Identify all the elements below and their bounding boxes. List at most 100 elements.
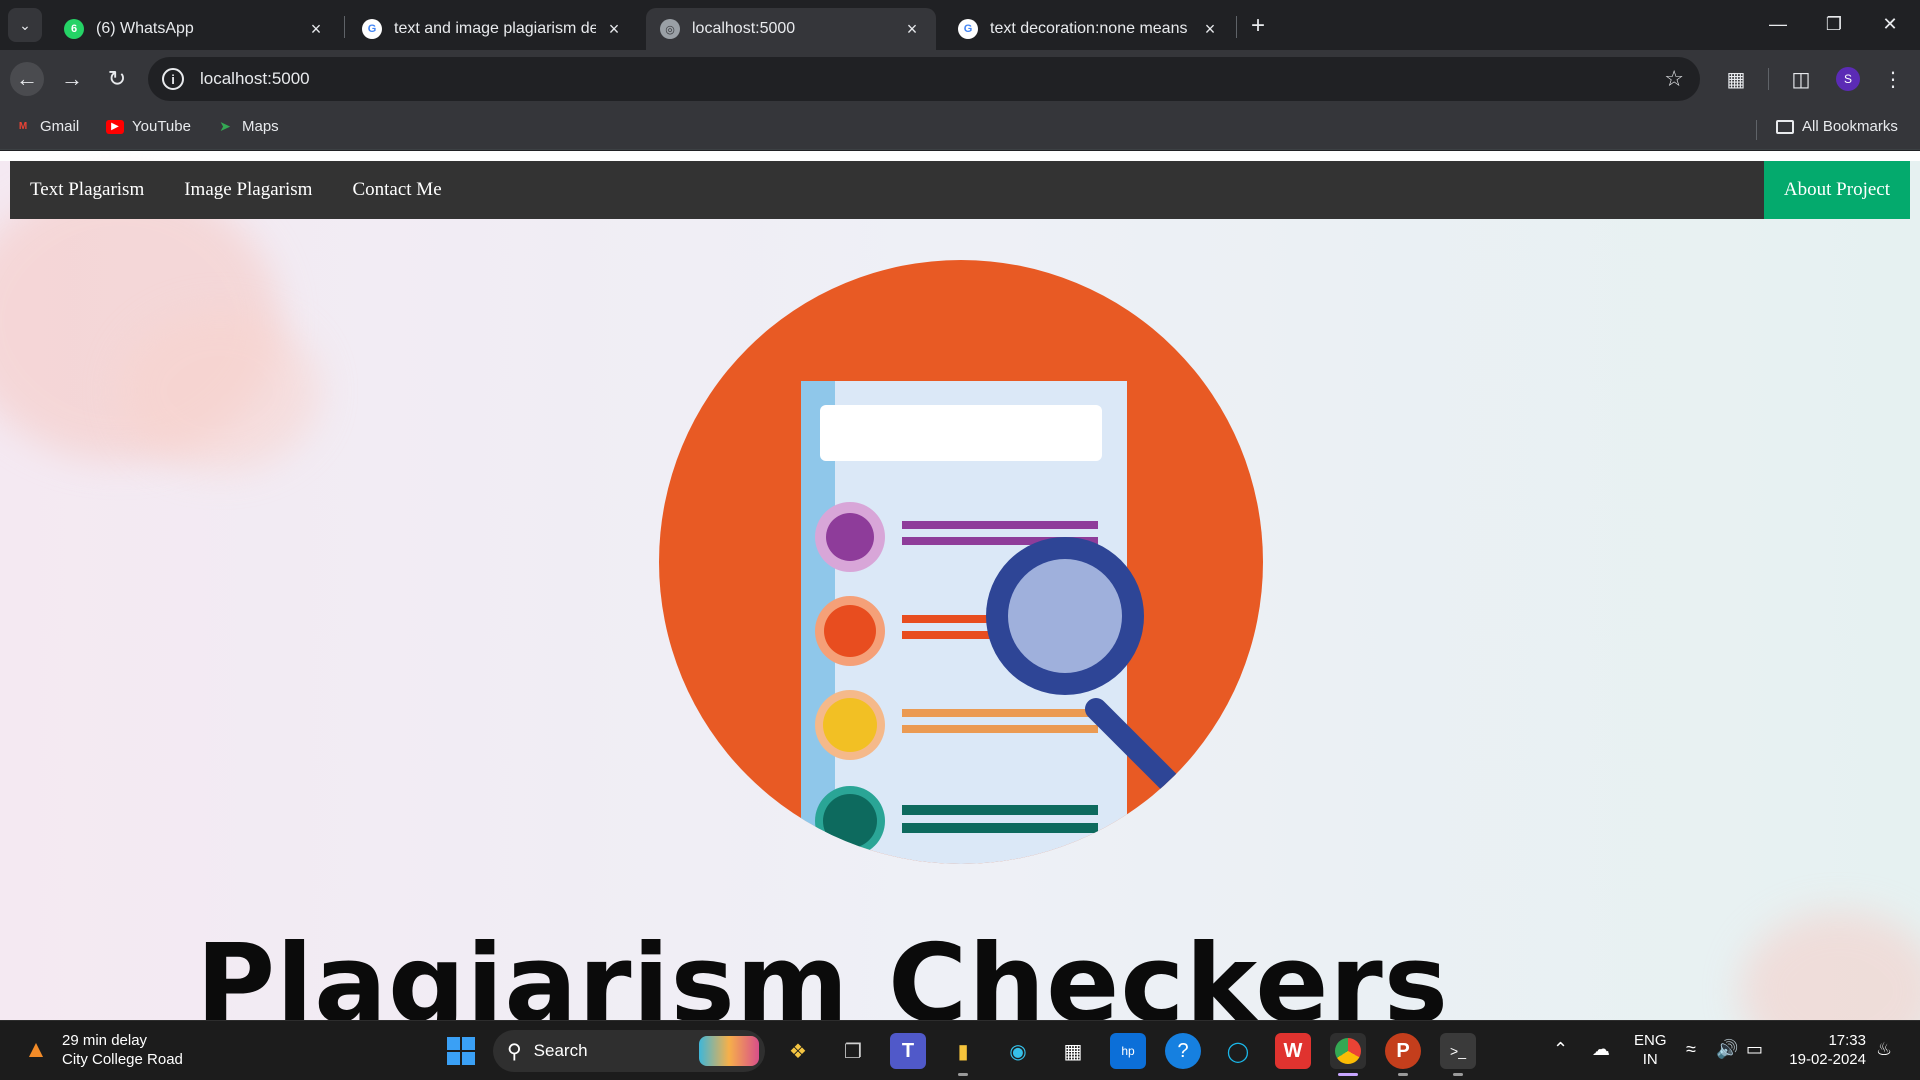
- menu-button[interactable]: ⋮: [1878, 64, 1908, 94]
- bookmark-gmail[interactable]: M Gmail: [14, 118, 79, 135]
- language-code: ENG: [1634, 1032, 1667, 1049]
- tab-title: text and image plagiarism dete: [394, 20, 596, 37]
- page-headline: Plagiarism Checkers: [196, 922, 1450, 1021]
- tab-google-search-2[interactable]: G text decoration:none means me ×: [944, 8, 1234, 50]
- bookmarks-divider: [1756, 120, 1757, 140]
- reload-icon: ↻: [107, 66, 127, 91]
- folder-icon: ▮: [957, 1040, 969, 1063]
- background-blob: [1740, 911, 1920, 1020]
- address-bar[interactable]: i localhost:5000 ☆: [148, 57, 1700, 101]
- arrow-right-icon: →: [61, 66, 83, 91]
- taskbar-running-indicator: [958, 1073, 968, 1076]
- close-icon[interactable]: ×: [1200, 19, 1220, 39]
- edge-icon: ◉: [1009, 1040, 1027, 1063]
- taskbar-app-help[interactable]: ?: [1165, 1033, 1201, 1069]
- terminal-icon: >_: [1450, 1043, 1466, 1059]
- bookmark-label: Gmail: [40, 118, 80, 135]
- tab-separator: [1236, 16, 1237, 38]
- taskbar-running-indicator: [1398, 1073, 1408, 1076]
- taskbar-app-edge[interactable]: ◉: [1000, 1033, 1036, 1069]
- taskbar-app-teams[interactable]: T: [890, 1033, 926, 1069]
- volume-icon[interactable]: 🔊: [1716, 1039, 1738, 1060]
- all-bookmarks-label: All Bookmarks: [1802, 118, 1898, 135]
- tab-strip: ⌄ 6 (6) WhatsApp × G text and image plag…: [0, 0, 1920, 50]
- bookmark-youtube[interactable]: ▶ YouTube: [106, 118, 191, 135]
- plus-icon: +: [1250, 12, 1265, 39]
- back-button[interactable]: ←: [10, 62, 44, 96]
- battery-icon[interactable]: ▭: [1746, 1039, 1763, 1060]
- taskbar-app-myhp[interactable]: hp: [1110, 1033, 1146, 1069]
- tab-whatsapp[interactable]: 6 (6) WhatsApp ×: [50, 8, 340, 50]
- close-window-button[interactable]: ✕: [1870, 8, 1910, 40]
- restore-button[interactable]: ❐: [1814, 8, 1854, 40]
- extensions-button[interactable]: ▦: [1721, 64, 1751, 94]
- page-viewport: Text Plagarism Image Plagarism Contact M…: [0, 151, 1920, 1020]
- close-icon: ✕: [1882, 13, 1898, 34]
- language-indicator[interactable]: ENG IN: [1634, 1031, 1667, 1069]
- notification-bell-icon[interactable]: ♨: [1876, 1039, 1892, 1060]
- bookmark-star-icon[interactable]: ☆: [1664, 66, 1684, 92]
- taskbar-app-store[interactable]: ▦: [1055, 1033, 1091, 1069]
- help-icon: ?: [1177, 1039, 1189, 1062]
- close-icon[interactable]: ×: [306, 19, 326, 39]
- toolbar-divider: [1768, 68, 1769, 90]
- taskbar-app-task-view[interactable]: ❐: [835, 1033, 871, 1069]
- bookmark-maps[interactable]: ➤ Maps: [216, 118, 279, 135]
- minimize-button[interactable]: —: [1758, 8, 1798, 40]
- background-blob: [120, 311, 320, 471]
- nav-image-plagarism[interactable]: Image Plagarism: [164, 161, 332, 219]
- close-icon[interactable]: ×: [902, 19, 922, 39]
- reload-button[interactable]: ↻: [100, 62, 134, 96]
- car-alert-icon: ▲: [24, 1036, 48, 1063]
- clock-date: 19-02-2024: [1789, 1051, 1866, 1068]
- tab-search-button[interactable]: ⌄: [8, 8, 42, 42]
- new-tab-button[interactable]: +: [1244, 12, 1272, 40]
- chevron-down-icon: ⌄: [19, 16, 31, 33]
- start-button[interactable]: [443, 1033, 479, 1069]
- bookmark-label: Maps: [242, 118, 279, 135]
- bullet-purple-icon: [826, 513, 874, 561]
- nav-contact-me[interactable]: Contact Me: [332, 161, 461, 219]
- browser-toolbar: ← → ↻ i localhost:5000 ☆ ▦ ◫ ⋮: [0, 50, 1920, 108]
- wps-icon: W: [1283, 1039, 1303, 1062]
- all-bookmarks-button[interactable]: All Bookmarks: [1776, 118, 1898, 135]
- bookmarks-bar: M Gmail ▶ YouTube ➤ Maps All Bookmarks: [0, 108, 1920, 150]
- onedrive-icon[interactable]: ☁: [1592, 1039, 1610, 1060]
- gallery-icon: ❖: [789, 1040, 807, 1063]
- forward-button[interactable]: →: [55, 62, 89, 96]
- document-header-bar: [820, 405, 1102, 461]
- profile-avatar[interactable]: S: [1836, 67, 1860, 91]
- close-icon[interactable]: ×: [604, 19, 624, 39]
- taskbar-search[interactable]: ⚲ Search: [493, 1030, 765, 1072]
- tab-google-search-1[interactable]: G text and image plagiarism dete ×: [348, 8, 638, 50]
- teams-icon: T: [901, 1039, 915, 1062]
- search-label: Search: [533, 1041, 588, 1060]
- taskbar-app-alexa[interactable]: ◯: [1220, 1033, 1256, 1069]
- tab-title: (6) WhatsApp: [96, 20, 194, 37]
- google-icon: G: [362, 19, 382, 39]
- traffic-widget[interactable]: ▲ 29 min delay City College Road: [20, 1031, 183, 1069]
- taskbar-app-wps[interactable]: W: [1275, 1033, 1311, 1069]
- whatsapp-icon: 6: [64, 19, 84, 39]
- taskbar-app-powerpoint[interactable]: P: [1385, 1033, 1421, 1069]
- globe-icon: ◎: [660, 19, 680, 39]
- taskbar-app-file-explorer[interactable]: ▮: [945, 1033, 981, 1069]
- minimize-icon: —: [1769, 13, 1787, 34]
- site-info-icon[interactable]: i: [162, 68, 184, 90]
- side-panel-button[interactable]: ◫: [1786, 64, 1816, 94]
- chevron-up-icon[interactable]: ⌃: [1553, 1039, 1568, 1060]
- nav-text-plagarism[interactable]: Text Plagarism: [10, 161, 164, 219]
- taskbar-app-terminal[interactable]: >_: [1440, 1033, 1476, 1069]
- clock[interactable]: 17:33 19-02-2024: [1786, 1031, 1866, 1069]
- kebab-menu-icon: ⋮: [1883, 68, 1903, 91]
- search-highlight-image: [699, 1036, 759, 1066]
- powerpoint-icon: P: [1396, 1039, 1410, 1062]
- tab-localhost[interactable]: ◎ localhost:5000 ×: [646, 8, 936, 50]
- page-top-strip: [0, 151, 1920, 161]
- wifi-icon[interactable]: ≈: [1686, 1039, 1696, 1060]
- puzzle-icon: ▦: [1726, 68, 1746, 91]
- taskbar-app-chrome[interactable]: [1330, 1033, 1366, 1069]
- taskbar-app-gallery[interactable]: ❖: [780, 1033, 816, 1069]
- address-text[interactable]: localhost:5000: [200, 69, 310, 89]
- nav-about-project[interactable]: About Project: [1763, 161, 1910, 219]
